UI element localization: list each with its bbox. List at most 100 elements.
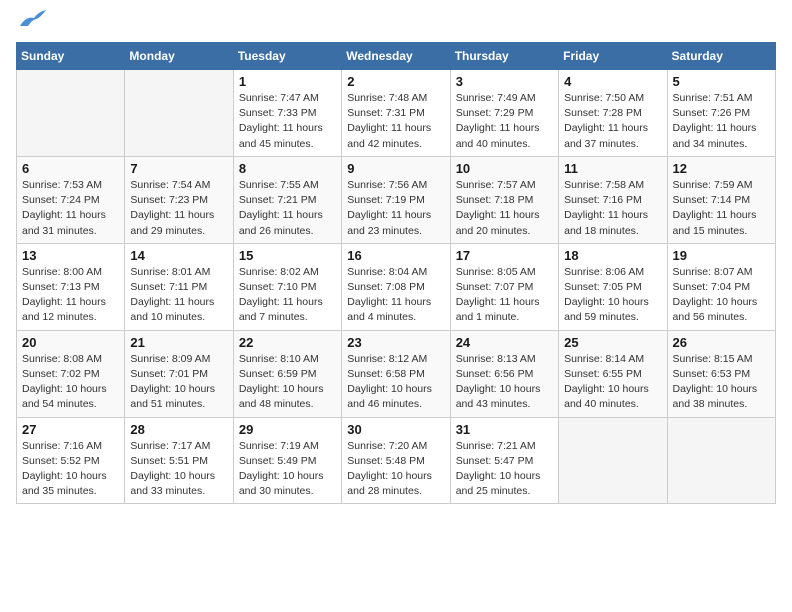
weekday-header-row: SundayMondayTuesdayWednesdayThursdayFrid…: [17, 43, 776, 70]
day-number: 26: [673, 335, 770, 350]
day-number: 24: [456, 335, 553, 350]
day-info: Sunrise: 7:57 AM Sunset: 7:18 PM Dayligh…: [456, 178, 553, 239]
calendar-cell: 3 Sunrise: 7:49 AM Sunset: 7:29 PM Daylig…: [450, 70, 558, 157]
day-info: Sunrise: 8:06 AM Sunset: 7:05 PM Dayligh…: [564, 265, 661, 326]
day-number: 10: [456, 161, 553, 176]
calendar-cell: 26 Sunrise: 8:15 AM Sunset: 6:53 PM Dayli…: [667, 330, 775, 417]
weekday-header: Thursday: [450, 43, 558, 70]
calendar-cell: 6 Sunrise: 7:53 AM Sunset: 7:24 PM Daylig…: [17, 156, 125, 243]
weekday-header: Saturday: [667, 43, 775, 70]
calendar-cell: 20Sunrise: 8:08 AM Sunset: 7:02 PM Dayli…: [17, 330, 125, 417]
weekday-header: Monday: [125, 43, 233, 70]
calendar-cell: 15Sunrise: 8:02 AM Sunset: 7:10 PM Dayli…: [233, 243, 341, 330]
day-info: Sunrise: 7:53 AM Sunset: 7:24 PM Dayligh…: [22, 178, 119, 239]
day-number: 25: [564, 335, 661, 350]
day-info: Sunrise: 7:17 AM Sunset: 5:51 PM Dayligh…: [130, 439, 227, 500]
day-info: Sunrise: 7:16 AM Sunset: 5:52 PM Dayligh…: [22, 439, 119, 500]
day-info: Sunrise: 7:19 AM Sunset: 5:49 PM Dayligh…: [239, 439, 336, 500]
calendar-cell: 13 Sunrise: 8:00 AM Sunset: 7:13 PM Dayli…: [17, 243, 125, 330]
day-info: Sunrise: 7:51 AM Sunset: 7:26 PM Dayligh…: [673, 91, 770, 152]
day-number: 8: [239, 161, 336, 176]
calendar-cell: 17 Sunrise: 8:05 AM Sunset: 7:07 PM Dayli…: [450, 243, 558, 330]
day-number: 27: [22, 422, 119, 437]
calendar-cell: 10 Sunrise: 7:57 AM Sunset: 7:18 PM Dayli…: [450, 156, 558, 243]
day-info: Sunrise: 7:55 AM Sunset: 7:21 PM Dayligh…: [239, 178, 336, 239]
day-number: 19: [673, 248, 770, 263]
day-number: 18: [564, 248, 661, 263]
calendar-table: SundayMondayTuesdayWednesdayThursdayFrid…: [16, 42, 776, 504]
day-number: 13: [22, 248, 119, 263]
weekday-header: Tuesday: [233, 43, 341, 70]
day-info: Sunrise: 8:15 AM Sunset: 6:53 PM Dayligh…: [673, 352, 770, 413]
calendar-cell: 31 Sunrise: 7:21 AM Sunset: 5:47 PM Dayli…: [450, 417, 558, 504]
day-number: 29: [239, 422, 336, 437]
calendar-week-row: 13 Sunrise: 8:00 AM Sunset: 7:13 PM Dayli…: [17, 243, 776, 330]
day-info: Sunrise: 7:54 AM Sunset: 7:23 PM Dayligh…: [130, 178, 227, 239]
day-info: Sunrise: 7:49 AM Sunset: 7:29 PM Dayligh…: [456, 91, 553, 152]
day-info: Sunrise: 7:48 AM Sunset: 7:31 PM Dayligh…: [347, 91, 444, 152]
day-info: Sunrise: 7:50 AM Sunset: 7:28 PM Dayligh…: [564, 91, 661, 152]
day-number: 22: [239, 335, 336, 350]
weekday-header: Friday: [559, 43, 667, 70]
calendar-cell: [559, 417, 667, 504]
day-number: 31: [456, 422, 553, 437]
page-header: [16, 16, 776, 30]
day-number: 6: [22, 161, 119, 176]
calendar-cell: 2 Sunrise: 7:48 AM Sunset: 7:31 PM Daylig…: [342, 70, 450, 157]
calendar-cell: 12 Sunrise: 7:59 AM Sunset: 7:14 PM Dayli…: [667, 156, 775, 243]
day-number: 5: [673, 74, 770, 89]
logo: [16, 16, 48, 30]
calendar-cell: 4 Sunrise: 7:50 AM Sunset: 7:28 PM Daylig…: [559, 70, 667, 157]
day-number: 7: [130, 161, 227, 176]
calendar-cell: [125, 70, 233, 157]
day-number: 28: [130, 422, 227, 437]
calendar-week-row: 6 Sunrise: 7:53 AM Sunset: 7:24 PM Daylig…: [17, 156, 776, 243]
calendar-cell: 5 Sunrise: 7:51 AM Sunset: 7:26 PM Daylig…: [667, 70, 775, 157]
day-number: 3: [456, 74, 553, 89]
day-number: 2: [347, 74, 444, 89]
day-info: Sunrise: 8:00 AM Sunset: 7:13 PM Dayligh…: [22, 265, 119, 326]
day-info: Sunrise: 7:58 AM Sunset: 7:16 PM Dayligh…: [564, 178, 661, 239]
calendar-cell: 14 Sunrise: 8:01 AM Sunset: 7:11 PM Dayli…: [125, 243, 233, 330]
weekday-header: Wednesday: [342, 43, 450, 70]
day-info: Sunrise: 7:59 AM Sunset: 7:14 PM Dayligh…: [673, 178, 770, 239]
day-info: Sunrise: 8:14 AM Sunset: 6:55 PM Dayligh…: [564, 352, 661, 413]
calendar-cell: 19 Sunrise: 8:07 AM Sunset: 7:04 PM Dayli…: [667, 243, 775, 330]
calendar-cell: 8 Sunrise: 7:55 AM Sunset: 7:21 PM Daylig…: [233, 156, 341, 243]
calendar-cell: [667, 417, 775, 504]
day-number: 30: [347, 422, 444, 437]
calendar-cell: 18 Sunrise: 8:06 AM Sunset: 7:05 PM Dayli…: [559, 243, 667, 330]
day-info: Sunrise: 8:12 AM Sunset: 6:58 PM Dayligh…: [347, 352, 444, 413]
day-number: 14: [130, 248, 227, 263]
day-number: 12: [673, 161, 770, 176]
calendar-cell: 29 Sunrise: 7:19 AM Sunset: 5:49 PM Dayli…: [233, 417, 341, 504]
day-info: Sunrise: 8:09 AM Sunset: 7:01 PM Dayligh…: [130, 352, 227, 413]
day-number: 17: [456, 248, 553, 263]
day-number: 4: [564, 74, 661, 89]
calendar-cell: 27 Sunrise: 7:16 AM Sunset: 5:52 PM Dayli…: [17, 417, 125, 504]
day-info: Sunrise: 8:07 AM Sunset: 7:04 PM Dayligh…: [673, 265, 770, 326]
day-info: Sunrise: 8:04 AM Sunset: 7:08 PM Dayligh…: [347, 265, 444, 326]
day-info: Sunrise: 8:02 AM Sunset: 7:10 PM Dayligh…: [239, 265, 336, 326]
calendar-week-row: 20Sunrise: 8:08 AM Sunset: 7:02 PM Dayli…: [17, 330, 776, 417]
calendar-cell: 7 Sunrise: 7:54 AM Sunset: 7:23 PM Daylig…: [125, 156, 233, 243]
day-info: Sunrise: 8:01 AM Sunset: 7:11 PM Dayligh…: [130, 265, 227, 326]
day-info: Sunrise: 8:05 AM Sunset: 7:07 PM Dayligh…: [456, 265, 553, 326]
calendar-cell: 28 Sunrise: 7:17 AM Sunset: 5:51 PM Dayli…: [125, 417, 233, 504]
day-info: Sunrise: 8:08 AM Sunset: 7:02 PM Dayligh…: [22, 352, 119, 413]
day-number: 23: [347, 335, 444, 350]
calendar-cell: 16 Sunrise: 8:04 AM Sunset: 7:08 PM Dayli…: [342, 243, 450, 330]
calendar-week-row: 1 Sunrise: 7:47 AM Sunset: 7:33 PM Daylig…: [17, 70, 776, 157]
day-info: Sunrise: 8:13 AM Sunset: 6:56 PM Dayligh…: [456, 352, 553, 413]
day-info: Sunrise: 7:21 AM Sunset: 5:47 PM Dayligh…: [456, 439, 553, 500]
calendar-week-row: 27 Sunrise: 7:16 AM Sunset: 5:52 PM Dayli…: [17, 417, 776, 504]
calendar-cell: 23 Sunrise: 8:12 AM Sunset: 6:58 PM Dayli…: [342, 330, 450, 417]
day-info: Sunrise: 7:47 AM Sunset: 7:33 PM Dayligh…: [239, 91, 336, 152]
day-info: Sunrise: 7:56 AM Sunset: 7:19 PM Dayligh…: [347, 178, 444, 239]
calendar-cell: 22Sunrise: 8:10 AM Sunset: 6:59 PM Dayli…: [233, 330, 341, 417]
day-number: 1: [239, 74, 336, 89]
calendar-cell: 1 Sunrise: 7:47 AM Sunset: 7:33 PM Daylig…: [233, 70, 341, 157]
calendar-cell: 25 Sunrise: 8:14 AM Sunset: 6:55 PM Dayli…: [559, 330, 667, 417]
weekday-header: Sunday: [17, 43, 125, 70]
day-number: 16: [347, 248, 444, 263]
